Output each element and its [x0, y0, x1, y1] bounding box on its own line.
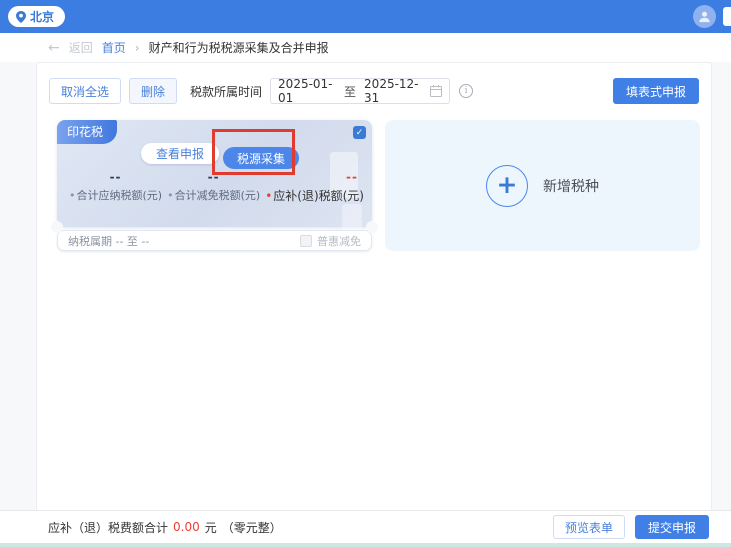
bottom-accent-strip: [0, 543, 731, 547]
delete-button[interactable]: 删除: [129, 78, 177, 104]
date-start-value[interactable]: 2025-01-01: [278, 77, 336, 105]
user-avatar[interactable]: [693, 5, 716, 28]
tax-period-label: 税款所属时间: [190, 83, 262, 100]
page-background: 取消全选 删除 税款所属时间 2025-01-01 至 2025-12-31 i…: [0, 62, 731, 510]
plus-icon[interactable]: +: [486, 165, 528, 207]
total-amount-words: （零元整）: [222, 519, 282, 536]
stat-value: --: [110, 170, 122, 184]
add-tax-type-label: 新增税种: [543, 176, 599, 196]
ticket-notch: [366, 221, 378, 233]
location-label: 北京: [30, 8, 54, 25]
annotation-highlight-box: [212, 129, 295, 175]
breadcrumb-current: 财产和行为税税源采集及合并申报: [149, 39, 329, 56]
location-selector[interactable]: 北京: [8, 6, 65, 27]
total-amount-unit: 元: [205, 519, 217, 536]
back-link[interactable]: 返回: [69, 39, 93, 56]
stat-value: --: [346, 170, 358, 184]
date-to-label: 至: [344, 83, 356, 100]
tax-period-range: 纳税属期 -- 至 --: [68, 233, 149, 249]
view-declaration-button[interactable]: 查看申报: [141, 143, 219, 164]
location-pin-icon: [16, 11, 26, 23]
stat-payable-refund: -- •应补(退)税额(元): [265, 170, 364, 204]
preview-form-button[interactable]: 预览表单: [553, 515, 625, 539]
stat-total-reduction: -- •合计减免税额(元): [167, 170, 260, 204]
stat-label: •合计减免税额(元): [167, 187, 260, 203]
calendar-icon[interactable]: [430, 85, 442, 97]
total-amount-value: 0.00: [173, 520, 200, 534]
date-range-input[interactable]: 2025-01-01 至 2025-12-31: [270, 78, 450, 104]
cancel-select-all-button[interactable]: 取消全选: [49, 78, 121, 104]
tax-card-stub: 纳税属期 -- 至 -- 普惠减免: [57, 230, 372, 251]
footer-bar: 应补（退）税费额合计 0.00 元 （零元整） 预览表单 提交申报: [0, 510, 731, 543]
app-screen: 北京 ← 返回 首页 › 财产和行为税税源采集及合并申报 取消全选 删除 税款所…: [0, 0, 731, 547]
info-icon[interactable]: i: [459, 84, 473, 98]
tax-type-tag: 印花税: [57, 120, 117, 144]
stat-label: •应补(退)税额(元): [265, 187, 364, 204]
add-tax-type-panel[interactable]: + 新增税种: [385, 120, 700, 251]
submit-declaration-button[interactable]: 提交申报: [635, 515, 709, 539]
benefit-checkbox-unchecked[interactable]: [300, 235, 312, 247]
stat-total-payable: -- •合计应纳税额(元): [69, 170, 162, 204]
fill-form-declare-button[interactable]: 填表式申报: [613, 78, 699, 104]
stat-label: •合计应纳税额(元): [69, 187, 162, 203]
breadcrumb: ← 返回 首页 › 财产和行为税税源采集及合并申报: [0, 33, 731, 62]
breadcrumb-home[interactable]: 首页: [102, 39, 126, 56]
toolbar: 取消全选 删除 税款所属时间 2025-01-01 至 2025-12-31 i…: [49, 78, 699, 104]
benefit-label: 普惠减免: [317, 233, 361, 249]
ticket-notch: [51, 221, 63, 233]
card-checkbox-checked[interactable]: ✓: [353, 126, 366, 139]
breadcrumb-separator: ›: [135, 41, 140, 55]
date-end-value[interactable]: 2025-12-31: [364, 77, 422, 105]
tax-card-body[interactable]: 印花税 ✓ 查看申报 税源采集 -- •合计应纳税额(元) -- •合计减免税额…: [57, 120, 372, 227]
total-amount-label: 应补（退）税费额合计: [48, 519, 168, 536]
top-bar: 北京: [0, 0, 731, 33]
tax-card-stamp-tax: 印花税 ✓ 查看申报 税源采集 -- •合计应纳税额(元) -- •合计减免税额…: [57, 120, 372, 251]
card-stats: -- •合计应纳税额(元) -- •合计减免税额(元) -- •应补(退)税额(…: [69, 170, 364, 204]
content-panel: 取消全选 删除 税款所属时间 2025-01-01 至 2025-12-31 i…: [36, 62, 712, 510]
back-arrow-icon[interactable]: ←: [48, 40, 60, 56]
header-menu-partial[interactable]: [723, 7, 731, 26]
